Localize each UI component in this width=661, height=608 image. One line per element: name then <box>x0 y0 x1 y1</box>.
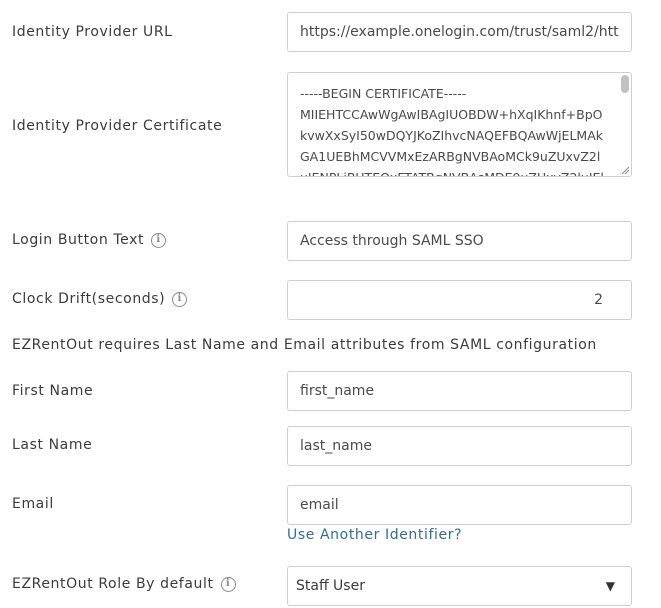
info-icon[interactable]: i <box>220 576 236 592</box>
default-role-value: Staff User <box>296 578 365 594</box>
first-name-input[interactable] <box>287 371 632 411</box>
certificate-scrollbar[interactable] <box>621 75 629 165</box>
email-label-text: Email <box>12 496 54 512</box>
idp-url-label-text: Identity Provider URL <box>12 24 173 40</box>
last-name-input[interactable] <box>287 426 632 466</box>
idp-url-label: Identity Provider URL <box>12 24 173 40</box>
default-role-select[interactable]: Staff User ▼ <box>287 566 632 606</box>
login-button-text-label: Login Button Text i <box>12 232 167 248</box>
resize-handle-icon[interactable] <box>620 165 630 175</box>
idp-certificate-label: Identity Provider Certificate <box>12 118 222 134</box>
first-name-label-text: First Name <box>12 383 94 399</box>
default-role-label: EZRentOut Role By default i <box>12 576 236 592</box>
clock-drift-label: Clock Drift(seconds) i <box>12 291 188 307</box>
info-icon[interactable]: i <box>151 232 167 248</box>
saml-attributes-note: EZRentOut requires Last Name and Email a… <box>12 337 597 353</box>
idp-certificate-textarea[interactable]: -----BEGIN CERTIFICATE----- MIIEHTCCAwWg… <box>287 72 632 177</box>
idp-certificate-text[interactable]: -----BEGIN CERTIFICATE----- MIIEHTCCAwWg… <box>300 83 606 176</box>
idp-url-input[interactable] <box>287 12 632 52</box>
use-another-identifier-link[interactable]: Use Another Identifier? <box>287 527 462 543</box>
info-icon[interactable]: i <box>172 291 188 307</box>
certificate-scroll-thumb[interactable] <box>621 75 629 93</box>
email-input[interactable] <box>287 485 632 525</box>
clock-drift-label-text: Clock Drift(seconds) <box>12 291 166 307</box>
login-button-text-label-text: Login Button Text <box>12 232 145 248</box>
default-role-label-text: EZRentOut Role By default <box>12 576 214 592</box>
caret-down-icon: ▼ <box>605 579 615 593</box>
last-name-label-text: Last Name <box>12 437 93 453</box>
first-name-label: First Name <box>12 383 93 399</box>
idp-certificate-label-text: Identity Provider Certificate <box>12 118 223 134</box>
email-label: Email <box>12 496 54 512</box>
clock-drift-input[interactable] <box>287 280 632 320</box>
last-name-label: Last Name <box>12 437 92 453</box>
login-button-text-input[interactable] <box>287 221 632 261</box>
